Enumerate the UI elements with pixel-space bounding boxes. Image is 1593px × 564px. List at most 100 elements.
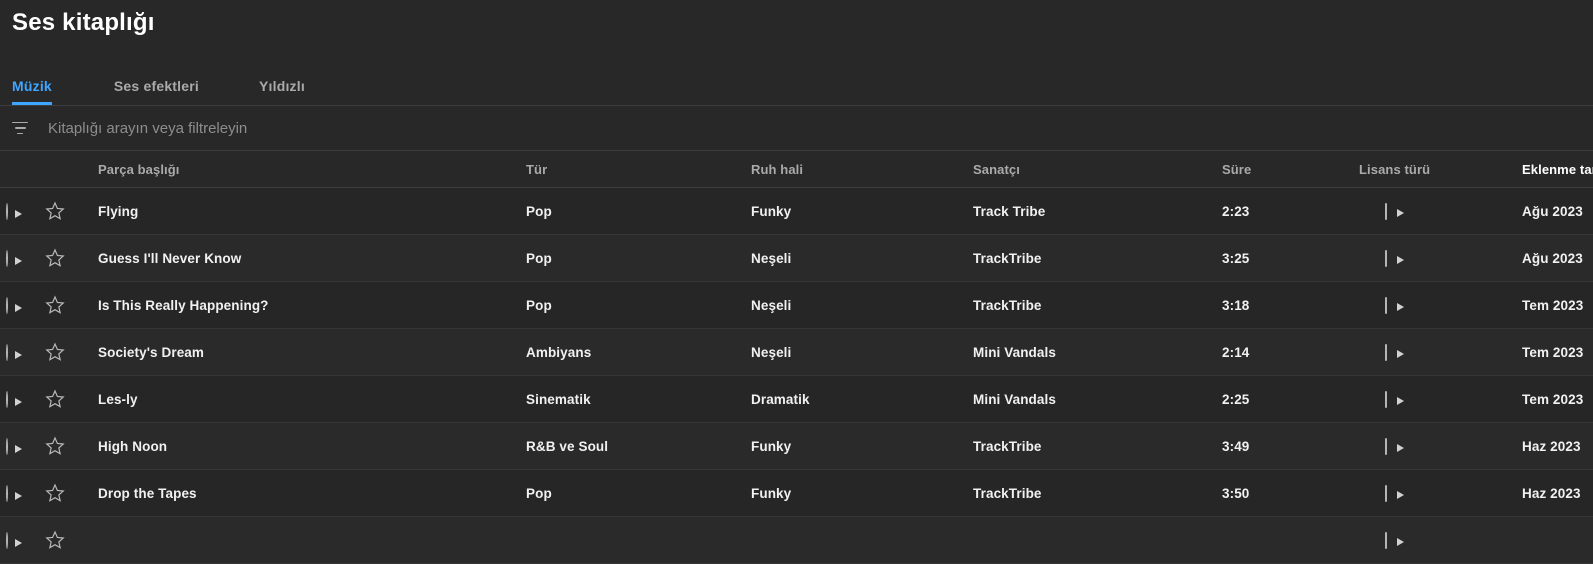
cell-genre: Pop <box>526 203 552 219</box>
tab-muzik[interactable]: Müzik <box>12 78 52 105</box>
star-outline-icon[interactable] <box>44 294 66 316</box>
star-outline-icon[interactable] <box>44 247 66 269</box>
column-header-label: Parça başlığı <box>98 161 180 177</box>
table-row[interactable]: Flying Pop Funky Track Tribe 2:23 Ağu 20… <box>0 187 1593 235</box>
table-row[interactable]: Is This Really Happening? Pop Neşeli Tra… <box>0 281 1593 329</box>
cell-play <box>0 423 36 470</box>
cell-license <box>1359 376 1522 423</box>
column-header-artist[interactable]: Sanatçı <box>973 151 1222 188</box>
cell-date-added: Tem 2023 <box>1522 297 1584 313</box>
cell-title: High Noon <box>98 438 168 454</box>
youtube-icon[interactable] <box>1385 296 1387 314</box>
column-header-genre[interactable]: Tür <box>526 151 751 188</box>
cell-duration: 3:50 <box>1222 485 1250 501</box>
cell-artist: TrackTribe <box>973 297 1042 313</box>
youtube-icon[interactable] <box>1385 202 1387 220</box>
cell-star <box>36 376 98 423</box>
play-icon[interactable] <box>6 531 8 549</box>
cell-license <box>1359 188 1522 235</box>
star-outline-icon[interactable] <box>44 388 66 410</box>
cell-genre: Ambiyans <box>526 344 592 360</box>
star-outline-icon[interactable] <box>44 435 66 457</box>
cell-license <box>1359 470 1522 517</box>
play-icon[interactable] <box>6 202 8 220</box>
cell-star <box>36 329 98 376</box>
play-icon[interactable] <box>6 390 8 408</box>
play-icon[interactable] <box>6 343 8 361</box>
column-header-label: Sanatçı <box>973 161 1020 177</box>
cell-license <box>1359 329 1522 376</box>
tab-ses-efektleri[interactable]: Ses efektleri <box>114 78 213 105</box>
youtube-icon[interactable] <box>1385 484 1387 502</box>
cell-license <box>1359 282 1522 329</box>
cell-title <box>98 517 526 564</box>
cell-date-added: Tem 2023 <box>1522 391 1584 407</box>
cell-artist: TrackTribe <box>973 438 1042 454</box>
cell-date-added: Haz 2023 <box>1522 438 1581 454</box>
star-outline-icon[interactable] <box>44 529 66 551</box>
cell-genre: R&B ve Soul <box>526 438 609 454</box>
cell-genre: Pop <box>526 485 552 501</box>
table-row[interactable]: High Noon R&B ve Soul Funky TrackTribe 3… <box>0 422 1593 470</box>
cell-play <box>0 188 36 235</box>
cell-artist: Track Tribe <box>973 203 1046 219</box>
cell-mood: Funky <box>751 203 792 219</box>
cell-license <box>1359 423 1522 470</box>
youtube-icon[interactable] <box>1385 437 1387 455</box>
table-body: Flying Pop Funky Track Tribe 2:23 Ağu 20… <box>0 187 1593 564</box>
cell-date-added <box>1522 517 1593 564</box>
column-header-label: Ruh hali <box>751 161 804 177</box>
play-icon[interactable] <box>6 484 8 502</box>
tab-yildizli[interactable]: Yıldızlı <box>259 78 319 105</box>
cell-star <box>36 517 98 564</box>
play-icon[interactable] <box>6 249 8 267</box>
cell-artist: TrackTribe <box>973 250 1042 266</box>
cell-mood: Dramatik <box>751 391 810 407</box>
column-header-title[interactable]: Parça başlığı <box>98 151 526 188</box>
column-header-license[interactable]: Lisans türü <box>1359 151 1522 188</box>
table-row[interactable]: Society's Dream Ambiyans Neşeli Mini Van… <box>0 328 1593 376</box>
cell-license <box>1359 235 1522 282</box>
table-row[interactable] <box>0 516 1593 564</box>
cell-mood: Neşeli <box>751 250 792 266</box>
filter-list-icon[interactable] <box>8 116 32 140</box>
cell-artist <box>973 517 1222 564</box>
tab-label: Ses efektleri <box>113 78 199 94</box>
table-row[interactable]: Drop the Tapes Pop Funky TrackTribe 3:50… <box>0 469 1593 517</box>
tab-label: Müzik <box>12 78 52 94</box>
play-icon[interactable] <box>6 437 8 455</box>
youtube-icon[interactable] <box>1385 343 1387 361</box>
column-header-label: Eklenme tarihi <box>1522 161 1593 177</box>
youtube-icon[interactable] <box>1385 531 1387 549</box>
cell-genre <box>526 517 751 564</box>
star-outline-icon[interactable] <box>44 482 66 504</box>
cell-title: Les-ly <box>98 391 138 407</box>
search-input[interactable] <box>48 106 1593 150</box>
youtube-icon[interactable] <box>1385 390 1387 408</box>
play-icon[interactable] <box>6 296 8 314</box>
star-outline-icon[interactable] <box>44 200 66 222</box>
cell-play <box>0 517 36 564</box>
table-header-row: Parça başlığı Tür Ruh hali Sanatçı Süre … <box>0 151 1593 188</box>
column-header-date-added[interactable]: Eklenme tarihi <box>1522 151 1593 188</box>
cell-duration: 3:49 <box>1222 438 1250 454</box>
cell-title: Society's Dream <box>98 344 205 360</box>
cell-play <box>0 235 36 282</box>
page-title: Ses kitaplığı <box>12 9 155 36</box>
tab-label: Yıldızlı <box>259 78 305 94</box>
youtube-icon[interactable] <box>1385 249 1387 267</box>
audio-library-table: Parça başlığı Tür Ruh hali Sanatçı Süre … <box>0 151 1593 564</box>
table-row[interactable]: Guess I'll Never Know Pop Neşeli TrackTr… <box>0 234 1593 282</box>
column-header-mood[interactable]: Ruh hali <box>751 151 973 188</box>
column-header-label: Lisans türü <box>1359 161 1431 177</box>
star-outline-icon[interactable] <box>44 341 66 363</box>
table-row[interactable]: Les-ly Sinematik Dramatik Mini Vandals 2… <box>0 375 1593 423</box>
column-header-duration[interactable]: Süre <box>1222 151 1359 188</box>
cell-duration <box>1222 517 1359 564</box>
column-header-play <box>0 151 36 188</box>
cell-mood: Funky <box>751 438 792 454</box>
cell-play <box>0 329 36 376</box>
column-header-label: Tür <box>526 161 548 177</box>
cell-date-added: Ağu 2023 <box>1522 250 1583 266</box>
cell-date-added: Ağu 2023 <box>1522 203 1583 219</box>
